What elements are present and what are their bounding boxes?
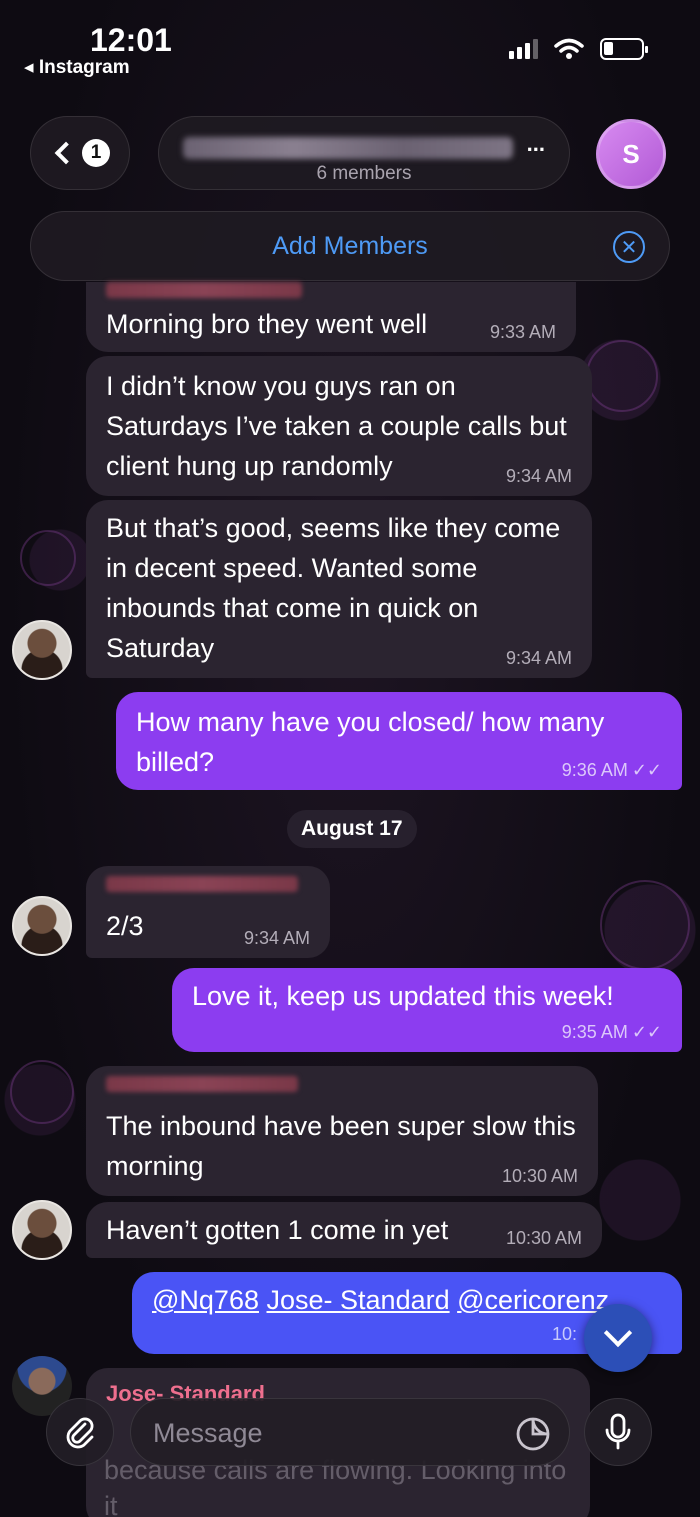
message-input[interactable] xyxy=(153,1413,493,1453)
message-text: 2/3 xyxy=(106,911,144,941)
attach-button[interactable] xyxy=(46,1398,114,1466)
close-icon[interactable]: ✕ xyxy=(613,231,645,263)
message-time-status: 9:35 AM ✓✓ xyxy=(562,1022,662,1042)
message-time: 9:35 AM xyxy=(561,1022,628,1042)
title-ellipsis: ... xyxy=(526,131,545,156)
chevron-down-icon xyxy=(603,1318,633,1348)
blurred-sender-name xyxy=(106,1076,298,1092)
wallpaper-doodle xyxy=(10,1060,74,1124)
message-bubble[interactable]: Morning bro they went well 9:33 AM xyxy=(86,282,576,352)
message-time: 10: xyxy=(552,1324,578,1344)
mention-link[interactable]: @Nq768 xyxy=(152,1285,259,1315)
message-time: 9:33 AM xyxy=(489,322,556,342)
wallpaper-doodle xyxy=(586,340,658,412)
chevron-left-icon xyxy=(54,141,78,165)
date-separator: August 17 xyxy=(287,810,417,848)
message-bubble[interactable]: Haven’t gotten 1 come in yet 10:30 AM xyxy=(86,1202,602,1258)
message-input-container[interactable] xyxy=(130,1398,570,1466)
message-bubble[interactable]: 2/3 9:34 AM xyxy=(86,866,330,958)
wallpaper-doodle xyxy=(600,880,690,970)
sender-avatar[interactable] xyxy=(12,1200,72,1260)
microphone-button[interactable] xyxy=(584,1398,652,1466)
scroll-to-bottom-button[interactable] xyxy=(584,1304,652,1372)
add-members-button[interactable]: Add Members xyxy=(31,232,669,261)
message-time: 9:34 AM xyxy=(505,648,572,668)
message-text: Love it, keep us updated this week! xyxy=(192,981,614,1011)
blurred-sender-name xyxy=(106,282,302,298)
group-avatar[interactable]: S xyxy=(596,119,666,189)
message-text: Morning bro they went well xyxy=(106,309,428,339)
message-time: 10:30 AM xyxy=(505,1228,582,1248)
microphone-icon xyxy=(605,1413,631,1450)
mention-link[interactable]: @cericorenz xyxy=(457,1285,609,1315)
blurred-chat-title xyxy=(183,137,513,159)
message-text: @Nq768 Jose- Standard @cericorenz xyxy=(152,1272,662,1320)
message-time: 10:30 AM xyxy=(501,1166,578,1186)
battery-icon xyxy=(600,38,648,60)
battery-level xyxy=(604,42,613,55)
sender-avatar[interactable] xyxy=(12,896,72,956)
message-bubble[interactable]: But that’s good, seems like they come in… xyxy=(86,500,592,678)
message-time: 9:34 AM xyxy=(243,928,310,948)
message-bubble[interactable]: I didn’t know you guys ran on Saturdays … xyxy=(86,356,592,496)
status-time: 12:01 xyxy=(90,22,172,58)
back-to-app-link[interactable]: ◂ Instagram xyxy=(24,56,130,79)
message-bubble[interactable]: The inbound have been super slow this mo… xyxy=(86,1066,598,1196)
wifi-icon xyxy=(554,38,584,59)
message-time: 9:36 AM xyxy=(561,760,628,780)
status-bar: 12:01 ◂ Instagram xyxy=(0,0,700,90)
chat-title-button[interactable]: ... 6 members xyxy=(158,116,570,190)
sticker-icon[interactable] xyxy=(515,1416,551,1452)
read-checkmarks-icon: ✓✓ xyxy=(631,760,662,780)
message-time: 9:34 AM xyxy=(505,466,572,486)
cellular-signal-icon xyxy=(509,39,538,59)
status-icons xyxy=(509,38,648,60)
message-text: But that’s good, seems like they come in… xyxy=(106,513,561,663)
add-members-bar: Add Members ✕ xyxy=(30,211,670,281)
unread-badge: 1 xyxy=(82,139,110,167)
message-time-status: 9:36 AM ✓✓ xyxy=(562,760,662,780)
wallpaper-doodle xyxy=(20,530,76,586)
blurred-sender-name xyxy=(106,876,298,892)
outgoing-message-bubble[interactable]: Love it, keep us updated this week! 9:35… xyxy=(172,968,682,1052)
outgoing-message-bubble[interactable]: How many have you closed/ how many bille… xyxy=(116,692,682,790)
back-button[interactable]: 1 xyxy=(30,116,130,190)
mention-link[interactable]: Jose- Standard xyxy=(267,1285,450,1315)
members-count: 6 members xyxy=(316,163,412,184)
read-checkmarks-icon: ✓✓ xyxy=(631,1022,662,1042)
paperclip-icon xyxy=(66,1417,94,1449)
sender-avatar[interactable] xyxy=(12,620,72,680)
